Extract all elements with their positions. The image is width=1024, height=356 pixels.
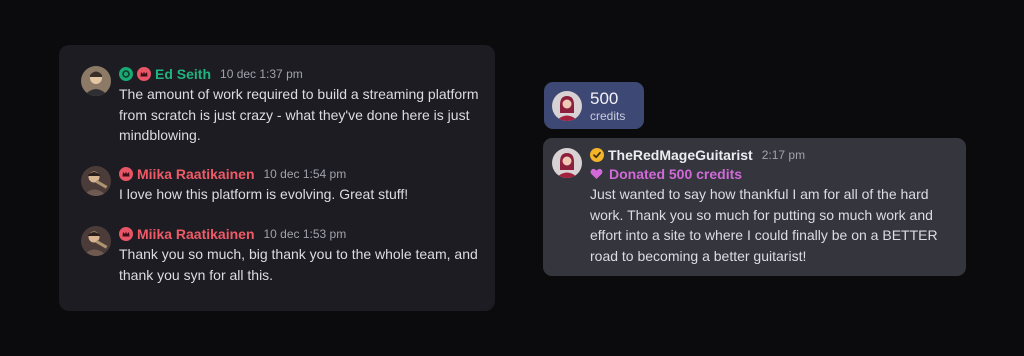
message-header: Miika Raatikainen 10 dec 1:54 pm — [119, 165, 481, 183]
avatar[interactable] — [81, 166, 111, 196]
username[interactable]: TheRedMageGuitarist — [608, 147, 753, 163]
message-header: Miika Raatikainen 10 dec 1:53 pm — [119, 225, 481, 243]
message-header: Ed Seith 10 dec 1:37 pm — [119, 65, 481, 83]
timestamp: 10 dec 1:37 pm — [220, 67, 303, 81]
message-text: I love how this platform is evolving. Gr… — [119, 186, 409, 202]
crown-badge-icon — [119, 167, 133, 181]
crown-badge-icon — [119, 227, 133, 241]
crown-badge-icon — [137, 67, 151, 81]
username[interactable]: Ed Seith — [155, 66, 211, 82]
timestamp: 10 dec 1:54 pm — [263, 167, 347, 181]
donation-card: TheRedMageGuitarist 2:17 pm Donated 500 … — [543, 138, 966, 276]
timestamp: 2:17 pm — [761, 148, 806, 162]
credits-amount: 500 — [590, 89, 619, 108]
avatar — [552, 91, 582, 121]
donation-label-text: Donated 500 credits — [609, 166, 743, 182]
message-text: Thank you so much, big thank you to the … — [119, 246, 478, 283]
donation-label: Donated 500 credits — [590, 165, 956, 183]
credits-pill[interactable]: 500 credits — [544, 82, 644, 129]
chat-panel: Ed Seith 10 dec 1:37 pm The amount of wo… — [59, 45, 495, 311]
message-header: TheRedMageGuitarist 2:17 pm — [590, 146, 956, 164]
chat-message: Miika Raatikainen 10 dec 1:53 pm Thank y… — [81, 225, 481, 285]
username[interactable]: Miika Raatikainen — [137, 166, 255, 182]
message-text: The amount of work required to build a s… — [119, 86, 479, 143]
avatar[interactable] — [81, 66, 111, 96]
chat-message: Ed Seith 10 dec 1:37 pm The amount of wo… — [81, 65, 481, 146]
avatar[interactable] — [81, 226, 111, 256]
username[interactable]: Miika Raatikainen — [137, 226, 255, 242]
stage: Ed Seith 10 dec 1:37 pm The amount of wo… — [0, 0, 1024, 356]
credits-unit: credits — [590, 109, 626, 123]
avatar[interactable] — [552, 148, 582, 178]
subscriber-badge-icon — [119, 67, 133, 81]
chat-message: Miika Raatikainen 10 dec 1:54 pm I love … — [81, 165, 481, 205]
heart-icon — [590, 168, 603, 180]
message-text: Just wanted to say how thankful I am for… — [590, 186, 938, 264]
verified-check-icon — [590, 148, 604, 162]
timestamp: 10 dec 1:53 pm — [263, 227, 347, 241]
